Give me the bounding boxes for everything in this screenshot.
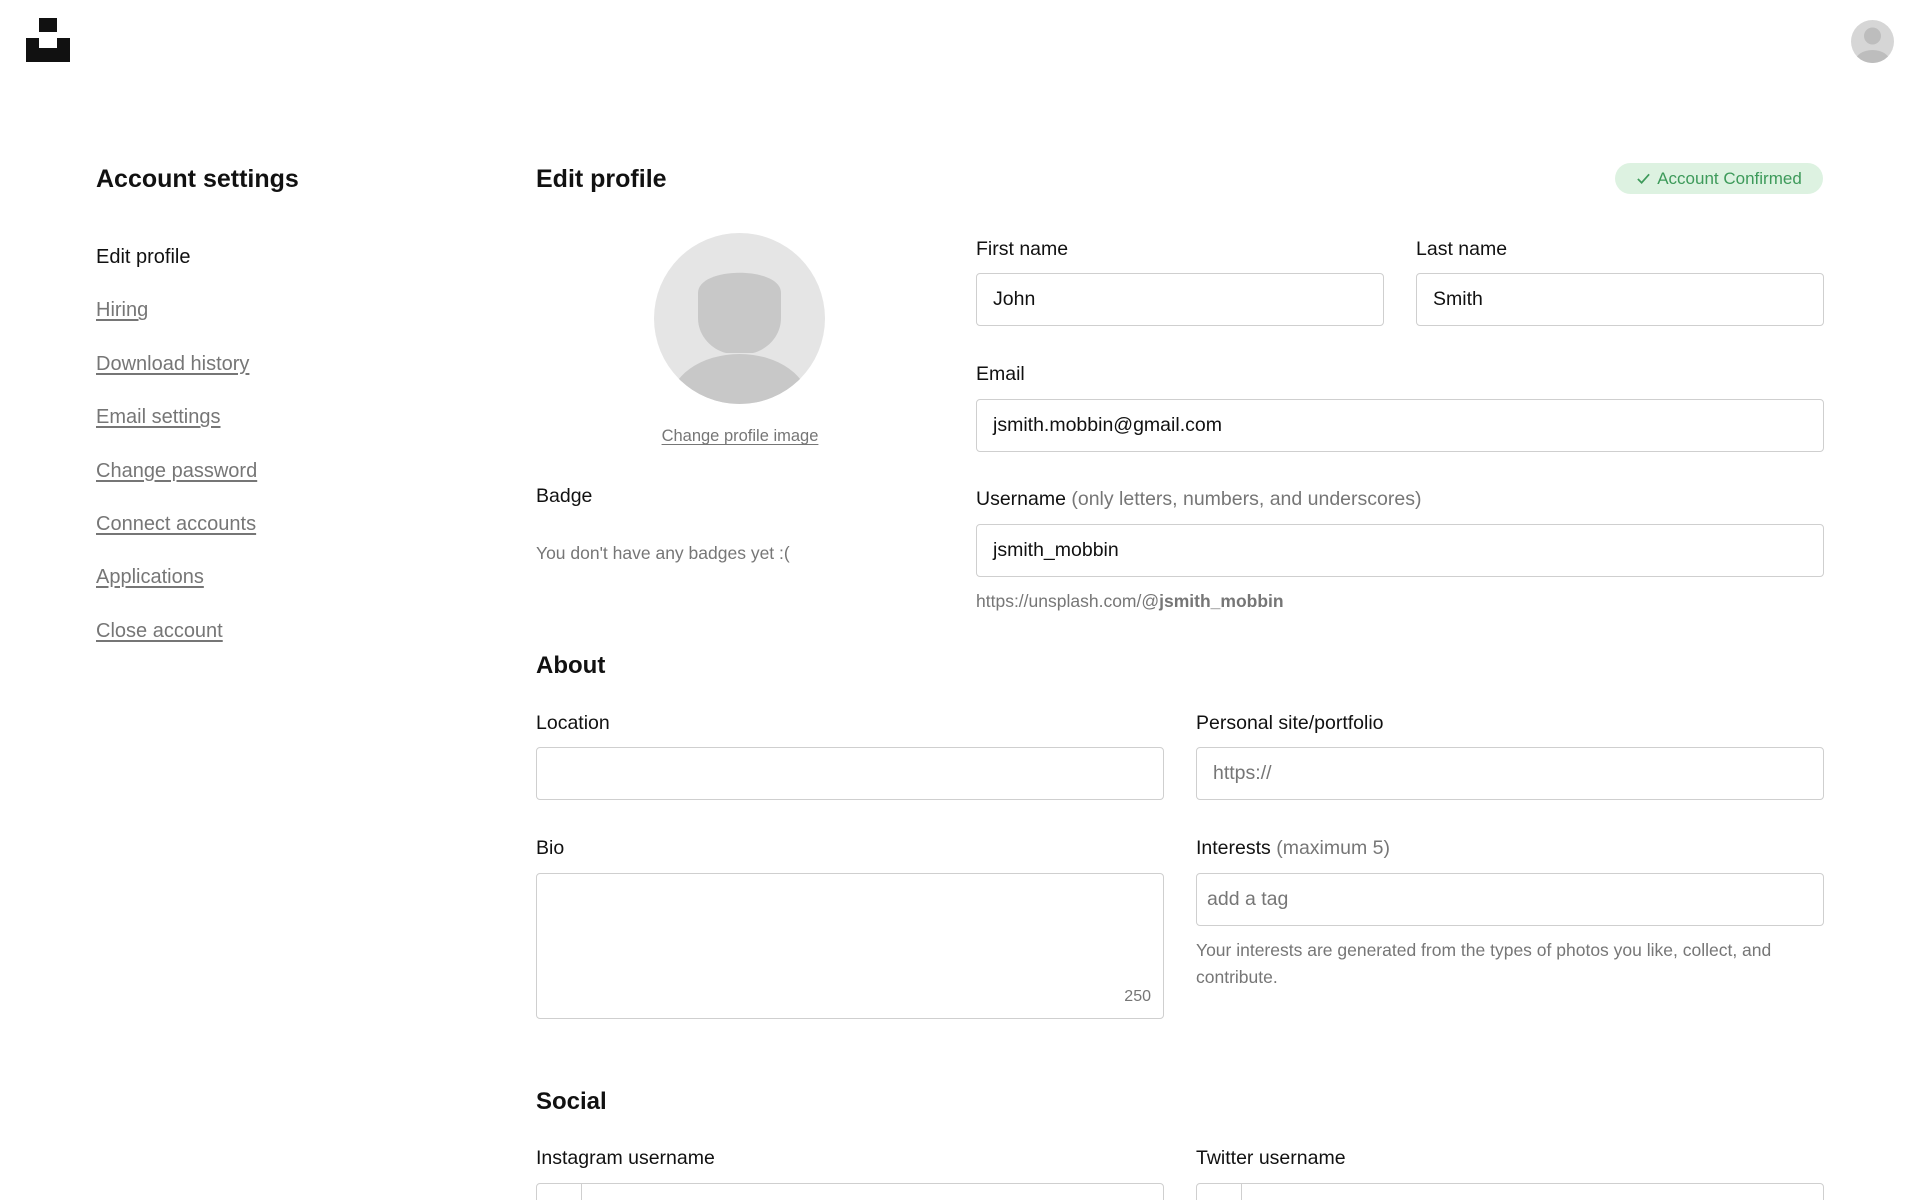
twitter-input[interactable]	[1196, 1183, 1824, 1200]
sidebar-nav: Edit profile Hiring Download history Ema…	[96, 243, 416, 670]
check-icon	[1637, 173, 1650, 184]
site-label: Personal site/portfolio	[1196, 712, 1384, 734]
instagram-label: Instagram username	[536, 1147, 715, 1169]
profile-image[interactable]	[654, 233, 825, 404]
username-input[interactable]: jsmith_mobbin	[976, 524, 1824, 577]
change-profile-image-link[interactable]: Change profile image	[600, 427, 880, 446]
twitter-label: Twitter username	[1196, 1147, 1346, 1169]
bio-textarea[interactable]: 250	[536, 873, 1164, 1019]
bio-label: Bio	[536, 837, 565, 859]
interests-label: Interests (maximum 5)	[1196, 837, 1390, 860]
username-label-text: Username	[976, 488, 1066, 510]
first-name-label: First name	[976, 238, 1069, 260]
last-name-input[interactable]: Smith	[1416, 273, 1824, 326]
interests-note: Your interests are generated from the ty…	[1196, 940, 1772, 987]
bio-char-counter: 250	[1124, 988, 1151, 1005]
instagram-prefix	[537, 1184, 582, 1200]
username-label: Username (only letters, numbers, and und…	[976, 488, 1421, 511]
about-section-title: About	[536, 652, 606, 679]
badge-empty-text: You don't have any badges yet :(	[536, 543, 790, 563]
sidebar-item-email-settings[interactable]: Email settings	[96, 403, 416, 456]
interests-hint: (maximum 5)	[1276, 837, 1390, 859]
username-url-user: jsmith_mobbin	[1159, 591, 1284, 611]
page-title: Edit profile	[536, 165, 667, 193]
sidebar-item-close-account[interactable]: Close account	[96, 617, 416, 670]
email-field[interactable]: jsmith.mobbin@gmail.com	[976, 399, 1824, 452]
location-input[interactable]	[536, 747, 1164, 800]
social-section-title: Social	[536, 1088, 607, 1115]
twitter-prefix	[1197, 1184, 1242, 1200]
sidebar-title: Account settings	[96, 165, 299, 193]
username-url-prefix: https://unsplash.com/@	[976, 591, 1160, 611]
interests-label-text: Interests	[1196, 837, 1271, 859]
instagram-input[interactable]	[536, 1183, 1164, 1200]
site-input[interactable]: https://	[1196, 747, 1824, 800]
interests-tag-input[interactable]: add a tag	[1196, 873, 1824, 926]
sidebar-item-hiring[interactable]: Hiring	[96, 296, 416, 349]
status-badge-label: Account Confirmed	[1657, 168, 1802, 188]
username-url: https://unsplash.com/@jsmith_mobbin	[976, 588, 1284, 615]
first-name-input[interactable]: John	[976, 273, 1384, 326]
sidebar-item-connect-accounts[interactable]: Connect accounts	[96, 510, 416, 563]
location-label: Location	[536, 712, 610, 734]
badge-label: Badge	[536, 485, 593, 507]
user-avatar-icon[interactable]	[1851, 20, 1894, 63]
status-badge: Account Confirmed	[1615, 163, 1823, 194]
unsplash-logo-icon[interactable]	[26, 18, 70, 62]
sidebar-item-edit-profile[interactable]: Edit profile	[96, 243, 416, 296]
username-hint: (only letters, numbers, and underscores)	[1071, 488, 1422, 510]
email-label: Email	[976, 363, 1025, 385]
sidebar-item-change-password[interactable]: Change password	[96, 457, 416, 510]
last-name-label: Last name	[1416, 238, 1508, 260]
user-silhouette-icon	[669, 272, 810, 404]
sidebar-item-applications[interactable]: Applications	[96, 563, 416, 616]
sidebar-item-download-history[interactable]: Download history	[96, 350, 416, 403]
